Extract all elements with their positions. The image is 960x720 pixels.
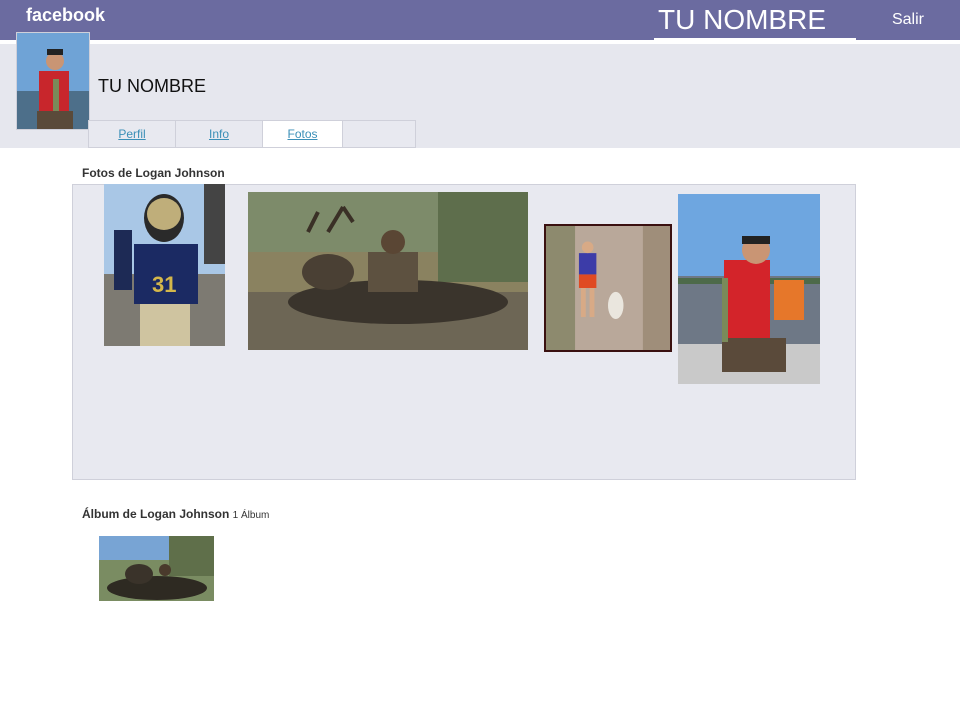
- tab-perfil[interactable]: Perfil: [89, 121, 176, 147]
- tab-empty: [343, 121, 415, 147]
- svg-text:31: 31: [152, 272, 176, 297]
- profile-picture[interactable]: [16, 32, 90, 130]
- profile-tabs: Perfil Info Fotos: [88, 120, 416, 148]
- photos-section-title: Fotos de Logan Johnson: [82, 166, 225, 180]
- albums-section-title-text: Álbum de Logan Johnson: [82, 507, 230, 521]
- photo-fishing-boat[interactable]: [678, 194, 820, 384]
- album-count: 1 Álbum: [232, 510, 270, 521]
- profile-name: TU NOMBRE: [98, 76, 206, 96]
- tab-info[interactable]: Info: [176, 121, 263, 147]
- logout-button[interactable]: Salir: [856, 0, 960, 40]
- photo-deer-hunt[interactable]: [248, 192, 528, 350]
- photo-boy-dog[interactable]: [544, 224, 672, 352]
- tab-fotos[interactable]: Fotos: [263, 121, 343, 147]
- facebook-logo[interactable]: facebook: [26, 5, 105, 26]
- top-user-name[interactable]: TU NOMBRE: [658, 4, 826, 36]
- top-name-underline: [654, 38, 856, 40]
- albums-section-title: Álbum de Logan Johnson 1 Álbum: [82, 507, 269, 521]
- photo-football[interactable]: 31: [104, 184, 225, 346]
- album-thumbnail[interactable]: [99, 536, 214, 601]
